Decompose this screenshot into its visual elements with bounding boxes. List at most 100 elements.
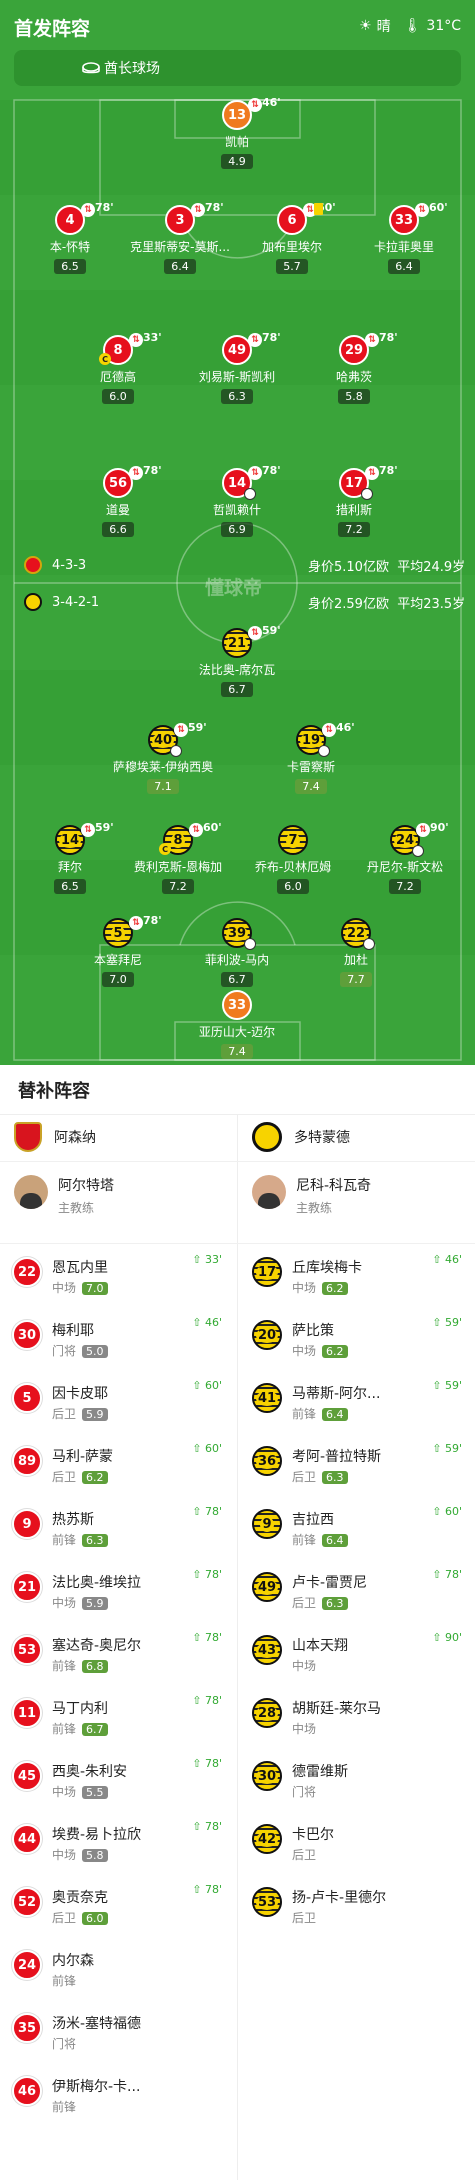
substitution-icon: ⇅ [322,723,336,737]
jersey-number: 24 [17,1957,37,1973]
sub-home-2[interactable]: 5 因卡皮耶 后卫 5.9 ⇧ 60' [0,1369,230,1431]
player-18[interactable]: 5 ⇅ 78' 本塞拜尼 7.0 [53,914,183,987]
venue-bar[interactable]: 酋长球场 [14,50,461,86]
sub-in-icon: ⇧ [432,1442,445,1455]
jersey-number: 8 [113,342,123,358]
player-9[interactable]: 14 ⇅ 78' 哲凯赖什 6.9 [172,464,302,537]
sub-in-minute: 59' [444,1379,462,1392]
pitch: 首发阵容 ☀ 晴 🌡 31°C 酋长球场 懂球帝 13 ⇅ 46' 凯帕 4.9 4 ⇅ 78… [0,0,475,1065]
sub-name: 考阿-普拉特斯 [292,1449,382,1465]
player-name: 克里斯蒂安-莫斯... [130,240,230,254]
sub-in-minute: 78' [204,1820,222,1833]
sub-position: 后卫 [52,1911,77,1925]
sub-in-minute: 59' [444,1316,462,1329]
home-team-header[interactable]: 阿森纳 [14,1117,96,1157]
column-divider [237,1115,238,2180]
arsenal-formation: 4-3-3 [52,557,87,573]
jersey-icon: 45 [12,1761,42,1791]
sub-away-2[interactable]: 41 马蒂斯-阿尔... 前锋 6.4 ⇧ 59' [240,1369,470,1431]
player-16[interactable]: 7 乔布-贝林厄姆 6.0 [228,825,358,894]
sub-away-9[interactable]: 42 卡巴尔 后卫 [240,1810,470,1872]
player-4[interactable]: 33 ⇅ 60' 卡拉菲奥里 6.4 [339,201,469,274]
player-rating: 7.2 [389,879,421,894]
jersey-number: 24 [393,832,417,848]
player-name: 加布里埃尔 [261,240,322,254]
jersey-number: 20 [255,1327,279,1343]
sub-in-icon: ⇧ [192,1253,205,1266]
sub-home-3[interactable]: 89 马利-萨蒙 后卫 6.2 ⇧ 60' [0,1432,230,1494]
away-team-header[interactable]: 多特蒙德 [252,1117,350,1157]
sub-away-10[interactable]: 53 扬-卢卡-里德尔 后卫 [240,1873,470,1935]
sub-minute: 46' [336,721,355,734]
player-10[interactable]: 17 ⇅ 78' 措利斯 7.2 [289,464,419,537]
jersey-icon: 29 ⇅ 78' [339,331,398,365]
sub-position: 前锋 [52,1974,77,1988]
sub-home-5[interactable]: 21 法比奥-维埃拉 中场 5.9 ⇧ 78' [0,1558,230,1620]
player-20[interactable]: 22 加杜 7.7 [291,918,421,987]
sub-position: 中场 [292,1722,317,1736]
sub-in-icon: ⇧ [192,1316,205,1329]
sub-away-7[interactable]: 28 胡斯廷-莱尔马 中场 [240,1684,470,1746]
sub-home-13[interactable]: 46 伊斯梅尔-卡... 前锋 [0,2062,230,2124]
away-coach[interactable]: 尼科-科瓦奇 主教练 [252,1175,371,1216]
jersey-number: 22 [344,925,368,941]
sub-home-4[interactable]: 9 热苏斯 前锋 6.3 ⇧ 78' [0,1495,230,1557]
player-12[interactable]: 40 ⇅ 59' 萨穆埃莱-伊纳西奥 7.1 [98,721,228,794]
sub-away-4[interactable]: 9 吉拉西 前锋 6.4 ⇧ 60' [240,1495,470,1557]
sub-away-5[interactable]: 49 卢卡-雷贾尼 后卫 6.3 ⇧ 78' [240,1558,470,1620]
player-21[interactable]: 33 亚历山大-迈尔 7.4 [172,990,302,1059]
sub-name: 奥贡奈克 [52,1890,108,1906]
sub-home-11[interactable]: 24 内尔森前锋 [0,1936,230,1998]
sub-home-12[interactable]: 35 汤米-塞特福德 门将 [0,1999,230,2061]
sub-home-0[interactable]: 22 恩瓦内里 中场 7.0 ⇧ 33' [0,1243,230,1305]
player-11[interactable]: 21 ⇅ 59' 法比奥-席尔瓦 6.7 [172,624,302,697]
jersey-icon: 36 [252,1446,282,1476]
sub-position: 前锋 [52,1533,77,1547]
player-3[interactable]: 6 ⇅ 60' 加布里埃尔 5.7 [227,201,357,274]
jersey-number: 7 [286,832,300,848]
sub-home-1[interactable]: 30 梅利耶 门将 5.0 ⇧ 46' [0,1306,230,1368]
player-rating: 7.1 [147,779,179,794]
substitution-icon: ⇅ [365,466,379,480]
player-name: 乔布-贝林厄姆 [254,860,332,874]
player-7[interactable]: 29 ⇅ 78' 哈弗茨 5.8 [289,331,419,404]
player-17[interactable]: 24 ⇅ 90' 丹尼尔-斯文松 7.2 [340,821,470,894]
sub-away-0[interactable]: 17 丘库埃梅卡 中场 6.2 ⇧ 46' [240,1243,470,1305]
jersey-number: 4 [65,212,75,228]
sub-rating: 5.9 [82,1408,108,1421]
substitution-icon: ⇅ [365,333,379,347]
player-0[interactable]: 13 ⇅ 46' 凯帕 4.9 [172,96,302,169]
sub-away-8[interactable]: 30 德雷维斯 门将 [240,1747,470,1809]
sub-rating: 6.7 [82,1723,108,1736]
sub-home-6[interactable]: 53 塞达奇-奥尼尔 前锋 6.8 ⇧ 78' [0,1621,230,1683]
home-coach[interactable]: 阿尔特塔 主教练 [14,1175,114,1216]
player-name: 费利克斯-恩梅加 [133,860,223,874]
sub-name: 卢卡-雷贾尼 [292,1575,368,1591]
jersey-number: 22 [17,1264,37,1280]
sub-in-icon: ⇧ [432,1568,445,1581]
player-19[interactable]: 39 菲利波-马内 6.7 [172,918,302,987]
player-13[interactable]: 19 ⇅ 46' 卡雷察斯 7.4 [246,721,376,794]
sub-home-9[interactable]: 44 埃费-易卜拉欣 中场 5.8 ⇧ 78' [0,1810,230,1872]
player-8[interactable]: 56 ⇅ 78' 道曼 6.6 [53,464,183,537]
sub-home-8[interactable]: 45 西奥-朱利安 中场 5.5 ⇧ 78' [0,1747,230,1809]
arsenal-logo-icon [24,556,42,574]
player-6[interactable]: 49 ⇅ 78' 刘易斯-斯凯利 6.3 [172,331,302,404]
sub-name: 内尔森 [52,1953,94,1969]
sub-away-3[interactable]: 36 考阿-普拉特斯 后卫 6.3 ⇧ 59' [240,1432,470,1494]
sub-home-10[interactable]: 52 奥贡奈克 后卫 6.0 ⇧ 78' [0,1873,230,1935]
sub-name: 萨比策 [292,1323,334,1339]
player-5[interactable]: 8 ⇅ 33' C 厄德高 6.0 [53,331,183,404]
player-15[interactable]: 8 ⇅ 60' C 费利克斯-恩梅加 7.2 [113,821,243,894]
jersey-number: 5 [22,1390,32,1406]
sub-position: 门将 [52,2037,77,2051]
sub-position: 中场 [52,1785,77,1799]
jersey-number: 21 [225,635,249,651]
sub-away-1[interactable]: 20 萨比策 中场 6.2 ⇧ 59' [240,1306,470,1368]
sub-minute: 78' [262,331,281,344]
player-2[interactable]: 3 ⇅ 78' 克里斯蒂安-莫斯... 6.4 [115,201,245,274]
substitution-icon: ⇅ [191,203,205,217]
sub-home-7[interactable]: 11 马丁内利 前锋 6.7 ⇧ 78' [0,1684,230,1746]
yellow-card-icon [314,203,323,215]
sub-away-6[interactable]: 43 山本天翔 中场 ⇧ 90' [240,1621,470,1683]
